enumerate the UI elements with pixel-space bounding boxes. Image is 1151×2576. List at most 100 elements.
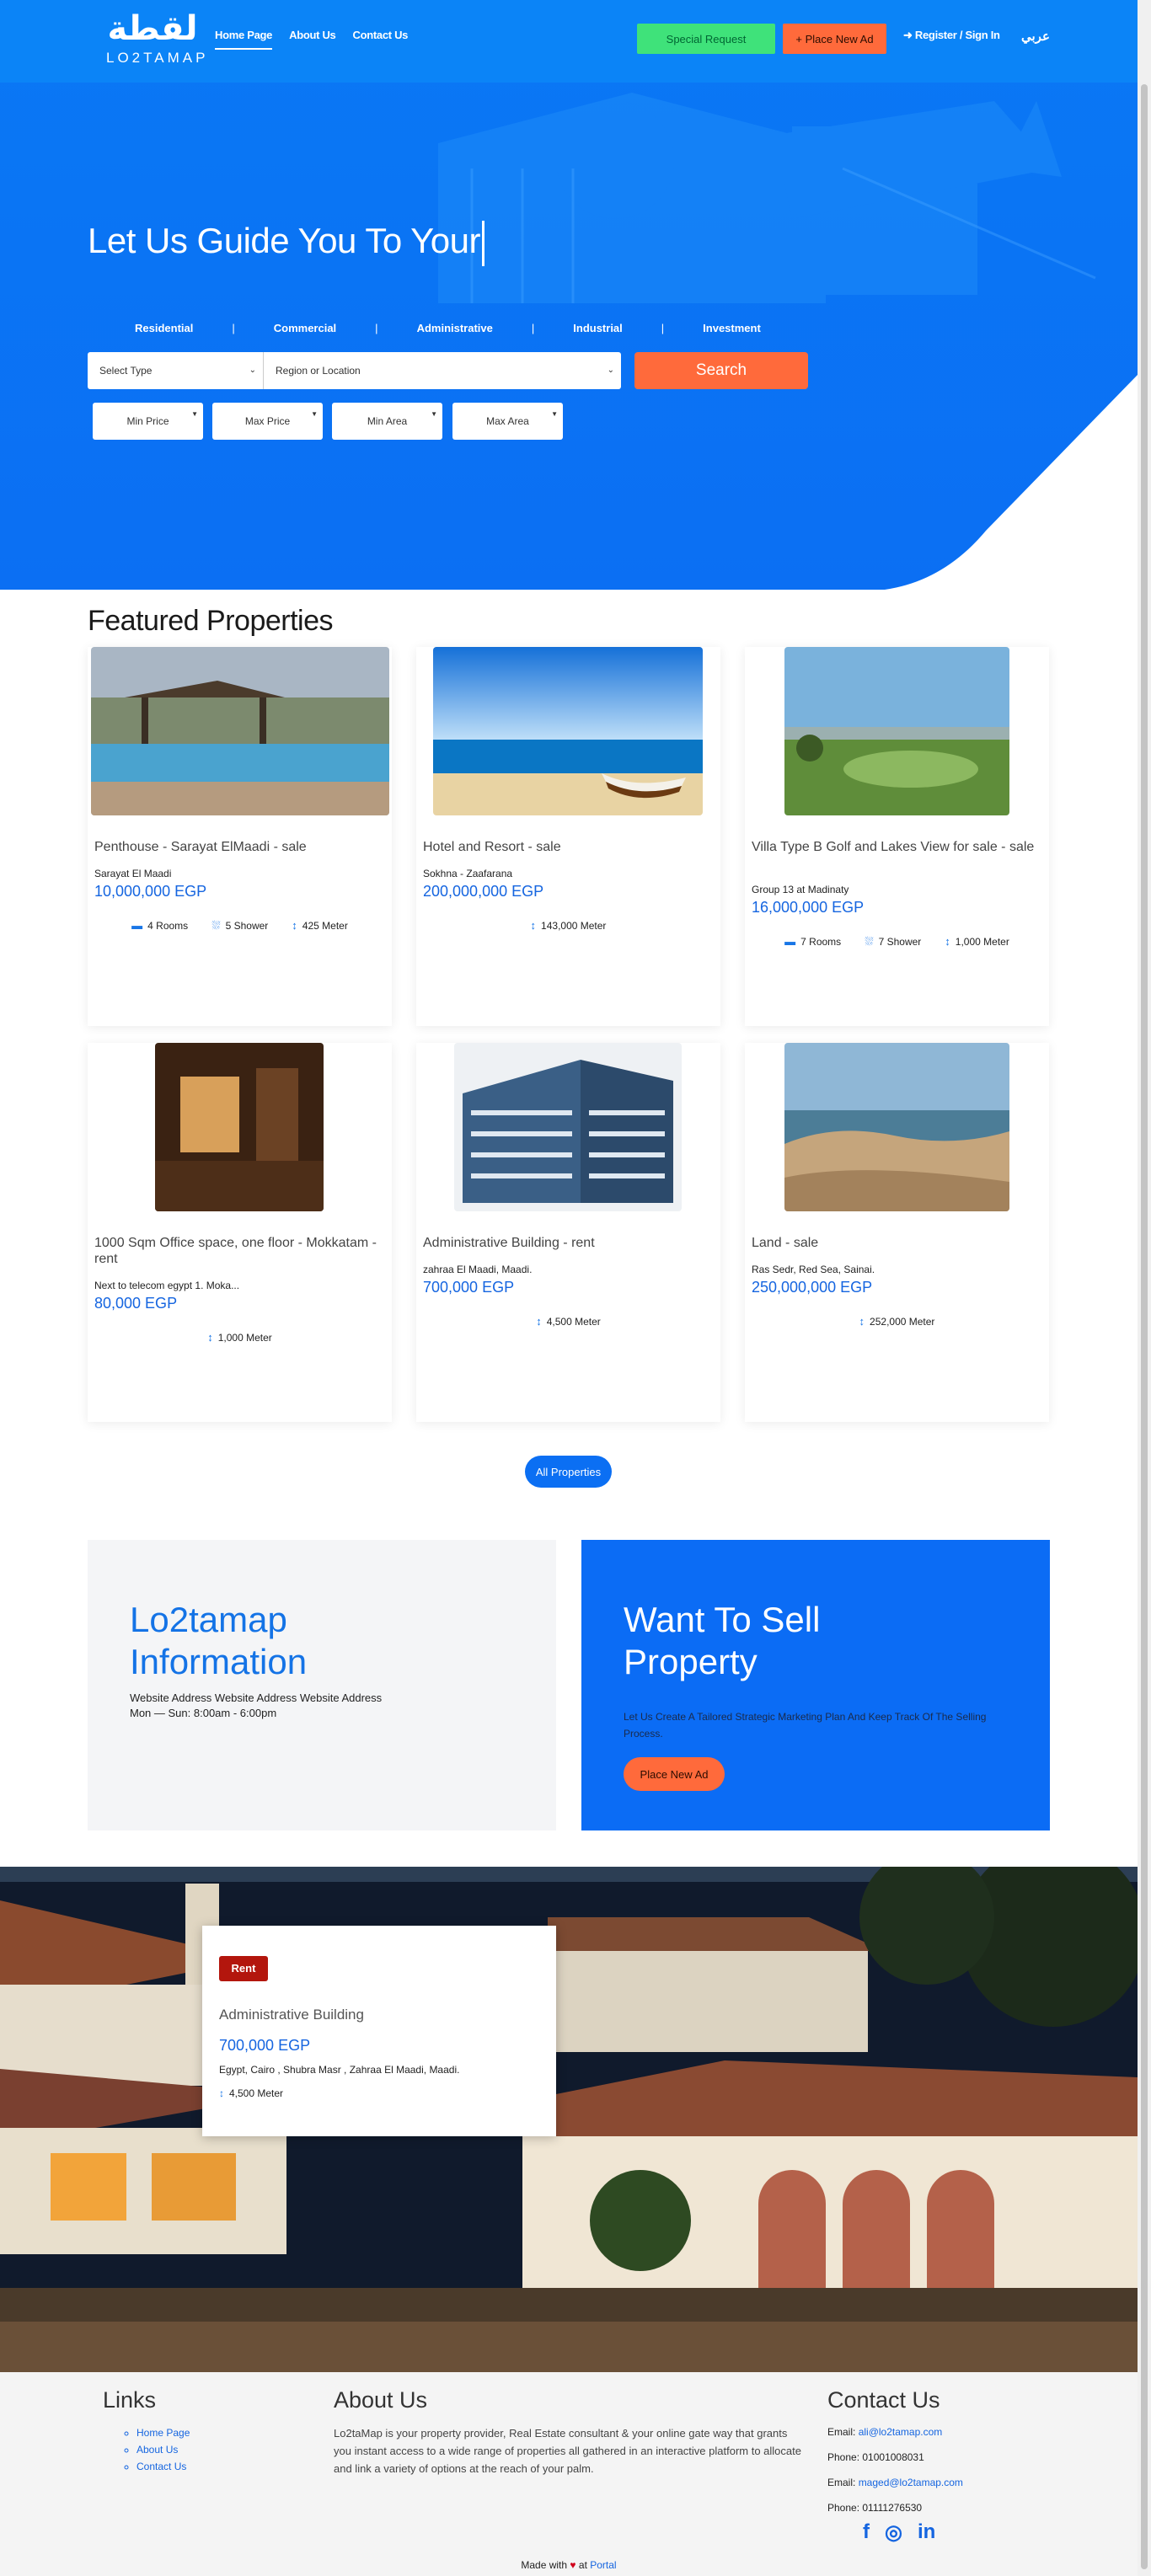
nav-about-us[interactable]: About Us — [289, 29, 336, 50]
card-address: Group 13 at Madinaty — [752, 884, 849, 895]
card-title: Villa Type B Golf and Lakes View for sal… — [752, 840, 1035, 854]
place-new-ad-button[interactable]: + Place New Ad — [783, 24, 886, 54]
min-area-label: Min Area — [367, 415, 408, 427]
email-link[interactable]: maged@lo2tamap.com — [859, 2477, 963, 2488]
tab-residential[interactable]: Residential — [135, 322, 193, 334]
area-icon: ↕ — [530, 919, 537, 932]
type-select[interactable]: Select Type ⌄ — [88, 352, 263, 389]
area-feature: ↕ 143,000 Meter — [531, 919, 607, 932]
search-button[interactable]: Search — [634, 352, 808, 389]
tab-administrative[interactable]: Administrative — [417, 322, 493, 334]
rooms-value: 7 Rooms — [800, 936, 842, 948]
max-area-select[interactable]: Max Area ▼ — [452, 403, 563, 440]
scrollbar-thumb[interactable] — [1141, 84, 1148, 2569]
hero-title: Let Us Guide You To Your — [88, 221, 484, 266]
rooms-feature: ▬ 7 Rooms — [784, 935, 841, 949]
hero-background — [438, 93, 1138, 590]
tab-industrial[interactable]: Industrial — [573, 322, 623, 334]
caret-down-icon: ▼ — [431, 410, 437, 418]
featured-title: Featured Properties — [88, 605, 334, 637]
email-label: Email: — [827, 2426, 856, 2438]
facebook-icon[interactable]: f — [863, 2520, 870, 2545]
tab-separator: | — [661, 322, 665, 334]
place-new-ad-button[interactable]: Place New Ad — [624, 1757, 725, 1791]
made-prefix: Made with — [521, 2559, 568, 2571]
contact-email-2: Email: maged@lo2tamap.com — [827, 2477, 963, 2488]
chevron-down-icon: ⌄ — [607, 366, 614, 375]
card-price: 16,000,000 EGP — [752, 899, 865, 916]
max-price-select[interactable]: Max Price ▼ — [212, 403, 323, 440]
max-area-label: Max Area — [486, 415, 529, 427]
caret-down-icon: ▼ — [551, 410, 558, 418]
property-card[interactable]: 1000 Sqm Office space, one floor - Mokka… — [88, 1043, 392, 1422]
area-feature: ↕ 252,000 Meter — [859, 1315, 935, 1328]
card-title: Land - sale — [752, 1236, 819, 1250]
area-value: 425 Meter — [302, 920, 348, 932]
card-features: ↕ 143,000 Meter — [416, 919, 720, 932]
tab-commercial[interactable]: Commercial — [274, 322, 336, 334]
rent-badge: Rent — [219, 1956, 268, 1981]
instagram-icon[interactable]: ◎ — [885, 2520, 902, 2545]
register-sign-in-link[interactable]: ➜ Register / Sign In — [903, 29, 1000, 42]
property-card[interactable]: Administrative Building - rent zahraa El… — [416, 1043, 720, 1422]
all-properties-button[interactable]: All Properties — [525, 1456, 612, 1488]
card-price: 200,000,000 EGP — [423, 883, 544, 900]
card-title: Hotel and Resort - sale — [423, 840, 561, 854]
nav-home-page[interactable]: Home Page — [215, 29, 272, 50]
card-title: Administrative Building - rent — [423, 1236, 595, 1250]
property-card[interactable]: Land - sale Ras Sedr, Red Sea, Sainai. 2… — [745, 1043, 1049, 1422]
email-link[interactable]: ali@lo2tamap.com — [859, 2426, 943, 2438]
card-address: zahraa El Maadi, Maadi. — [423, 1264, 533, 1275]
typing-caret — [481, 221, 484, 266]
info-address: Website Address Website Address Website … — [130, 1692, 383, 1704]
shower-icon: ⛆ — [865, 935, 874, 948]
area-feature: ↕ 1,000 Meter — [207, 1331, 272, 1344]
card-features: ↕ 1,000 Meter — [88, 1331, 392, 1344]
area-icon: ↕ — [219, 2087, 224, 2099]
made-mid: at — [578, 2559, 587, 2571]
register-label: Register / Sign In — [914, 29, 1000, 41]
type-select-value: Select Type — [99, 365, 153, 377]
card-address: Next to telecom egypt 1. Moka... — [94, 1280, 240, 1291]
footer-contact-title: Contact Us — [827, 2387, 940, 2413]
rent-area: ↕ 4,500 Meter — [219, 2087, 283, 2099]
card-price: 700,000 EGP — [423, 1279, 515, 1296]
contact-email-1: Email: ali@lo2tamap.com — [827, 2426, 942, 2438]
footer-links-list: Home Page About Us Contact Us — [137, 2424, 190, 2475]
property-card[interactable]: Villa Type B Golf and Lakes View for sal… — [745, 647, 1049, 1026]
area-icon: ↕ — [859, 1315, 865, 1328]
shower-feature: ⛆ 7 Shower — [865, 935, 921, 949]
area-icon: ↕ — [292, 919, 297, 932]
footer-link-contact[interactable]: Contact Us — [137, 2458, 190, 2475]
rent-area-value: 4,500 Meter — [229, 2087, 284, 2099]
property-photo-beach — [433, 647, 703, 815]
footer-links-title: Links — [103, 2387, 157, 2413]
shower-feature: ⛆ 5 Shower — [211, 919, 268, 933]
category-tabs: Residential | Commercial | Administrative |… — [135, 322, 761, 334]
region-select[interactable]: Region or Location ⌄ — [263, 352, 621, 389]
hero-section — [0, 0, 1138, 590]
min-price-select[interactable]: Min Price ▼ — [93, 403, 203, 440]
area-icon: ↕ — [536, 1315, 542, 1328]
tab-separator: | — [232, 322, 235, 334]
property-card[interactable]: Hotel and Resort - sale Sokhna - Zaafara… — [416, 647, 720, 1026]
area-icon: ↕ — [207, 1331, 213, 1344]
linkedin-icon[interactable]: in — [918, 2520, 935, 2545]
user-icon: ➜ — [903, 29, 915, 41]
language-switch[interactable]: عربي — [1021, 29, 1050, 44]
card-features: ▬ 7 Rooms ⛆ 7 Shower ↕ 1,000 Meter — [745, 935, 1049, 949]
tab-investment[interactable]: Investment — [703, 322, 761, 334]
portal-link[interactable]: Portal — [590, 2559, 616, 2571]
property-card[interactable]: Penthouse - Sarayat ElMaadi - sale Saray… — [88, 647, 392, 1026]
nav-contact-us[interactable]: Contact Us — [352, 29, 408, 50]
top-navbar: لقطة LO2TAMAP Home Page About Us Contact… — [0, 0, 1138, 83]
footer-link-home[interactable]: Home Page — [137, 2424, 190, 2441]
special-request-button[interactable]: Special Request — [637, 24, 775, 54]
min-area-select[interactable]: Min Area ▼ — [332, 403, 442, 440]
shower-value: 7 Shower — [878, 936, 922, 948]
area-icon: ↕ — [945, 935, 950, 948]
footer-link-about[interactable]: About Us — [137, 2441, 190, 2458]
site-logo[interactable]: لقطة LO2TAMAP — [106, 8, 205, 74]
area-value: 143,000 Meter — [541, 920, 607, 932]
rent-property-card[interactable]: Rent Administrative Building 700,000 EGP… — [202, 1926, 556, 2136]
